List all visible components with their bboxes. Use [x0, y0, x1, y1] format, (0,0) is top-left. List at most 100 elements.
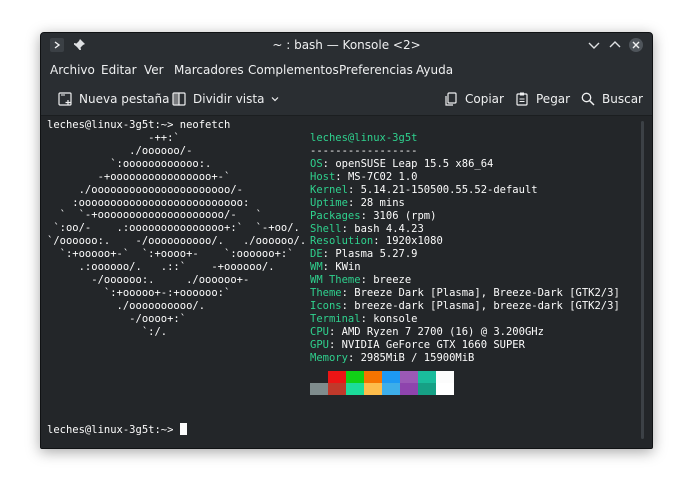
- info-key: Shell: [310, 222, 342, 235]
- info-colon: :: [341, 287, 355, 299]
- info-row: Uptime: 28 mins: [310, 197, 405, 210]
- new-tab-label: Nueva pestaña: [79, 92, 170, 106]
- info-row: WM: KWin: [310, 261, 361, 274]
- info-colon: :: [341, 299, 355, 312]
- palette-swatch: [310, 371, 328, 383]
- info-colon: :: [360, 312, 374, 325]
- info-row: Theme: Breeze Dark [Plasma], Breeze-Dark…: [310, 287, 620, 300]
- chevron-down-icon[interactable]: [586, 37, 602, 53]
- palette-swatch: [436, 371, 454, 383]
- menu-preferencias[interactable]: Preferencias: [339, 63, 413, 77]
- info-colon: :: [341, 222, 355, 235]
- info-colon: :: [335, 170, 348, 183]
- text-cursor: [179, 423, 187, 435]
- close-icon[interactable]: [628, 37, 644, 53]
- info-key: CPU: [310, 325, 329, 338]
- info-row: Packages: 3106 (rpm): [310, 210, 436, 223]
- info-colon: :: [322, 158, 336, 170]
- info-key: Uptime: [310, 196, 348, 209]
- logo-line: .:oooooo/. .::` -+oooooo/.: [47, 261, 275, 273]
- info-colon: :: [347, 196, 361, 209]
- logo-line: ./oooooooooo/.: [47, 299, 206, 312]
- find-button[interactable]: Buscar: [580, 89, 643, 109]
- info-key: GPU: [310, 338, 329, 351]
- info-colon: :: [347, 183, 361, 196]
- logo-line: `:oooooooooooo:.: [47, 157, 212, 170]
- scrollbar[interactable]: [641, 121, 644, 439]
- info-separator: -----------------: [310, 145, 418, 157]
- logo-line: -+oooooooooooooooo+-`: [47, 170, 231, 183]
- konsole-window: ~ : bash — Konsole <2> Archivo Editar Ve…: [40, 32, 653, 449]
- info-value: 5.14.21-150500.55.52-default: [360, 183, 538, 196]
- logo-line: `:+ooooo+-:+oooooo:`: [47, 286, 231, 299]
- info-key: WM Theme: [310, 274, 361, 287]
- info-key: Terminal: [310, 312, 361, 325]
- info-key: Memory: [310, 351, 348, 364]
- info-key: Theme: [310, 287, 342, 299]
- prompt-line: leches@linux-3g5t:~>: [47, 423, 187, 437]
- info-user-host: leches@linux-3g5t: [310, 132, 418, 144]
- logo-line: ./oooooo/-: [47, 144, 193, 157]
- palette-swatch: [346, 371, 364, 383]
- info-row: Memory: 2985MiB / 15900MiB: [310, 352, 474, 365]
- info-value: Plasma 5.27.9: [335, 248, 418, 261]
- palette-swatch: [310, 383, 328, 395]
- paste-button[interactable]: Pegar: [514, 89, 570, 109]
- info-colon: :: [347, 351, 361, 364]
- color-palette-top: [310, 371, 454, 383]
- palette-swatch: [328, 383, 346, 395]
- paste-icon: [514, 91, 530, 107]
- info-value: 1920x1080: [385, 235, 443, 248]
- menu-editar[interactable]: Editar: [101, 63, 137, 77]
- info-value: 3106 (rpm): [373, 209, 437, 222]
- logo-line: -++:`: [47, 132, 180, 144]
- prompt-text: leches@linux-3g5t:~>: [47, 424, 180, 436]
- logo-line: ` `-+oooooooooooooooooooo/- `: [47, 209, 262, 222]
- menu-ayuda[interactable]: Ayuda: [416, 63, 453, 77]
- palette-swatch: [400, 371, 418, 383]
- terminal-output[interactable]: leches@linux-3g5t:~> neofetch -++:` ./oo…: [41, 116, 652, 448]
- palette-swatch: [436, 383, 454, 395]
- info-value: breeze-dark [Plasma], breeze-dark [GTK2/…: [354, 299, 620, 312]
- logo-line: -/oooooo:. ./oooooo+-: [47, 273, 250, 286]
- new-tab-button[interactable]: Nueva pestaña: [57, 89, 170, 109]
- info-row: GPU: NVIDIA GeForce GTX 1660 SUPER: [310, 339, 525, 352]
- split-view-button[interactable]: Dividir vista: [171, 89, 280, 109]
- menu-ver[interactable]: Ver: [144, 63, 164, 77]
- copy-button[interactable]: Copiar: [443, 89, 504, 109]
- info-colon: :: [360, 274, 374, 287]
- palette-swatch: [346, 383, 364, 395]
- logo-line: `:oo/- .:ooooooooooooooo+:` `-+oo/.: [47, 222, 300, 235]
- menu-complementos[interactable]: Complementos: [248, 63, 339, 77]
- info-value: MS-7C02 1.0: [347, 170, 418, 183]
- logo-line: `/oooooo:. -/oooooooooo/. ./oooooo/.: [47, 235, 307, 248]
- window-title: ~ : bash — Konsole <2>: [272, 38, 421, 52]
- palette-swatch: [382, 383, 400, 395]
- logo-line: `:/.: [47, 325, 168, 338]
- info-row: OS: openSUSE Leap 15.5 x86_64: [310, 158, 493, 171]
- toolbar: Nueva pestaña Dividir vista Copiar Pegar: [41, 83, 652, 116]
- chevron-up-icon[interactable]: [607, 37, 623, 53]
- info-colon: :: [322, 261, 336, 274]
- info-row: Resolution: 1920x1080: [310, 235, 443, 248]
- info-row: CPU: AMD Ryzen 7 2700 (16) @ 3.200GHz: [310, 326, 544, 339]
- title-bar: ~ : bash — Konsole <2>: [41, 33, 652, 58]
- menu-bar: Archivo Editar Ver Marcadores Complement…: [41, 58, 652, 83]
- menu-marcadores[interactable]: Marcadores: [174, 63, 244, 77]
- info-key: DE: [310, 248, 323, 261]
- info-key: Host: [310, 170, 336, 183]
- split-view-icon: [171, 91, 187, 107]
- info-row: WM Theme: breeze: [310, 274, 411, 287]
- info-value: 28 mins: [360, 196, 405, 209]
- info-row: Host: MS-7C02 1.0: [310, 171, 418, 184]
- copy-label: Copiar: [465, 92, 504, 106]
- info-value: Breeze Dark [Plasma], Breeze-Dark [GTK2/…: [354, 287, 620, 299]
- chevron-down-icon[interactable]: [270, 94, 280, 104]
- menu-archivo[interactable]: Archivo: [50, 63, 95, 77]
- info-colon: :: [360, 209, 374, 222]
- info-colon: :: [328, 338, 342, 351]
- logo-line: ./oooooooooooooooooooooo/-: [47, 183, 243, 196]
- info-key: WM: [310, 261, 323, 274]
- info-row: Kernel: 5.14.21-150500.55.52-default: [310, 184, 538, 197]
- info-row: DE: Plasma 5.27.9: [310, 248, 418, 261]
